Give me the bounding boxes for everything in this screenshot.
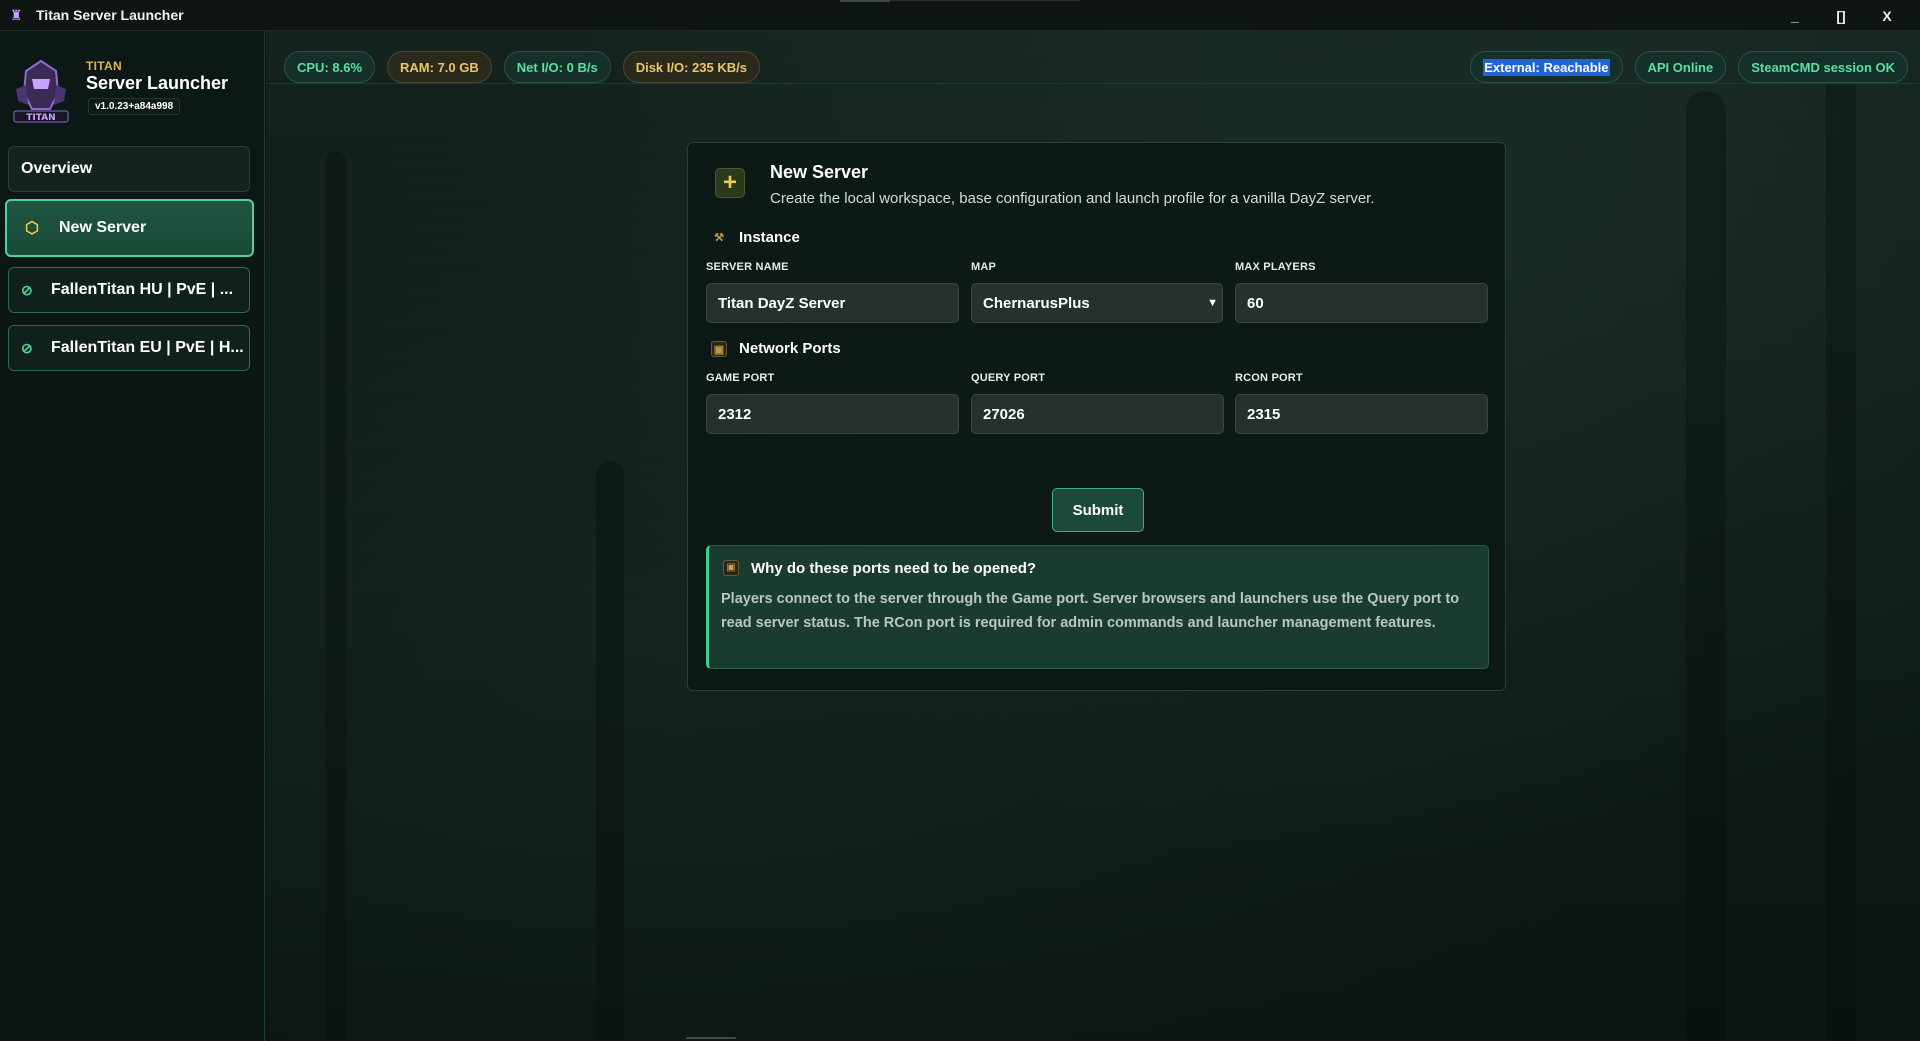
section-heading-label: Network Ports: [739, 340, 841, 357]
server-name-input[interactable]: Titan DayZ Server: [706, 283, 959, 323]
background-tree: [596, 461, 624, 1041]
brand-small-text: TITAN: [86, 59, 122, 73]
server-name-value: Titan DayZ Server: [718, 294, 846, 312]
max-players-label: MAX PLAYERS: [1235, 261, 1316, 273]
info-body: Players connect to the server through th…: [721, 591, 1460, 631]
net-io-chip: Net I/O: 0 B/s: [503, 51, 611, 83]
check-circle-icon: ⊘: [21, 339, 33, 356]
close-button[interactable]: X: [1864, 8, 1910, 24]
main-content: CPU: 8.6% RAM: 7.0 GB Net I/O: 0 B/s Dis…: [266, 31, 1920, 1041]
plus-icon: +: [715, 168, 745, 198]
sidebar: TITAN TITAN Server Launcher v1.0.23+a84a…: [0, 31, 265, 1041]
rcon-port-input[interactable]: 2315: [1235, 394, 1488, 434]
cpu-chip: CPU: 8.6%: [284, 51, 376, 83]
titlebar-drag-mark-line: [890, 0, 1080, 1]
game-port-input[interactable]: 2312: [706, 394, 959, 434]
resource-stats: CPU: 8.6% RAM: 7.0 GB Net I/O: 0 B/s Dis…: [284, 51, 760, 83]
new-server-card: + New Server Create the local workspace,…: [687, 142, 1506, 691]
network-icon: ▣: [723, 560, 739, 576]
titan-logo: TITAN: [13, 59, 69, 123]
rcon-port-value: 2315: [1247, 405, 1281, 423]
query-port-input[interactable]: 27026: [971, 394, 1224, 434]
max-players-value: 60: [1247, 294, 1264, 312]
sidebar-item-server-hu[interactable]: ⊘ FallenTitan HU | PvE | ...: [8, 267, 250, 313]
wrench-icon: ⚒: [714, 231, 724, 244]
ports-info-box: ▣ Why do these ports need to be opened? …: [706, 545, 1489, 669]
ram-chip: RAM: 7.0 GB: [387, 51, 492, 83]
version-badge: v1.0.23+a84a998: [88, 98, 181, 115]
check-circle-icon: ⊘: [21, 281, 33, 298]
brand: TITAN TITAN Server Launcher v1.0.23+a84a…: [8, 59, 258, 129]
query-port-label: QUERY PORT: [971, 372, 1046, 384]
instance-section-heading: ⚒ Instance: [711, 229, 800, 246]
sidebar-item-label: Overview: [21, 160, 93, 177]
status-bar-divider: [266, 83, 1920, 84]
external-reachable-chip: External: Reachable: [1470, 51, 1623, 83]
brand-title: Server Launcher: [86, 73, 229, 93]
submit-button[interactable]: Submit: [1052, 488, 1144, 532]
window-controls: _ [] X: [1772, 0, 1910, 31]
background-tree: [1686, 91, 1726, 1041]
game-port-value: 2312: [718, 405, 752, 423]
game-port-label: GAME PORT: [706, 372, 775, 384]
chevron-down-icon: ▼: [1207, 297, 1218, 309]
window-titlebar: ♜ Titan Server Launcher _ [] X: [0, 0, 1920, 31]
map-value: ChernarusPlus: [983, 294, 1090, 312]
window-title: Titan Server Launcher: [36, 7, 184, 23]
svg-text:TITAN: TITAN: [26, 113, 55, 123]
background-tree: [326, 151, 346, 1041]
map-select[interactable]: ChernarusPlus ▼: [971, 283, 1223, 323]
steamcmd-status-chip: SteamCMD session OK: [1738, 51, 1908, 83]
query-port-value: 27026: [983, 405, 1025, 423]
titlebar-drag-mark: [840, 0, 890, 2]
server-name-label: SERVER NAME: [706, 261, 789, 273]
api-status-chip: API Online: [1634, 51, 1727, 83]
network-ports-section-heading: ▣ Network Ports: [711, 340, 841, 357]
max-players-input[interactable]: 60: [1235, 283, 1488, 323]
bottom-drag-mark: [686, 1037, 736, 1039]
sidebar-item-label: New Server: [59, 219, 147, 236]
maximize-button[interactable]: []: [1818, 8, 1864, 24]
network-icon: ▣: [711, 340, 727, 357]
map-label: MAP: [971, 261, 997, 273]
card-description: Create the local workspace, base configu…: [770, 190, 1375, 207]
cube-icon: ⬡: [25, 220, 39, 237]
external-reachable-text: External: Reachable: [1483, 58, 1610, 76]
info-title: Why do these ports need to be opened?: [751, 560, 1037, 577]
titan-app-icon: ♜: [10, 7, 23, 23]
sidebar-item-overview[interactable]: Overview: [8, 146, 250, 192]
rcon-port-label: RCON PORT: [1235, 372, 1303, 384]
sidebar-item-label: FallenTitan HU | PvE | ...: [51, 281, 234, 298]
sidebar-item-server-eu[interactable]: ⊘ FallenTitan EU | PvE | H...: [8, 325, 250, 371]
background-tree: [1826, 71, 1856, 1041]
minimize-button[interactable]: _: [1772, 8, 1818, 24]
service-status: External: Reachable API Online SteamCMD …: [1470, 51, 1908, 83]
disk-io-chip: Disk I/O: 235 KB/s: [622, 51, 760, 83]
section-heading-label: Instance: [739, 229, 800, 246]
sidebar-item-new-server[interactable]: ⬡ New Server: [5, 199, 254, 257]
card-title: New Server: [770, 162, 869, 182]
sidebar-item-label: FallenTitan EU | PvE | H...: [51, 339, 244, 356]
